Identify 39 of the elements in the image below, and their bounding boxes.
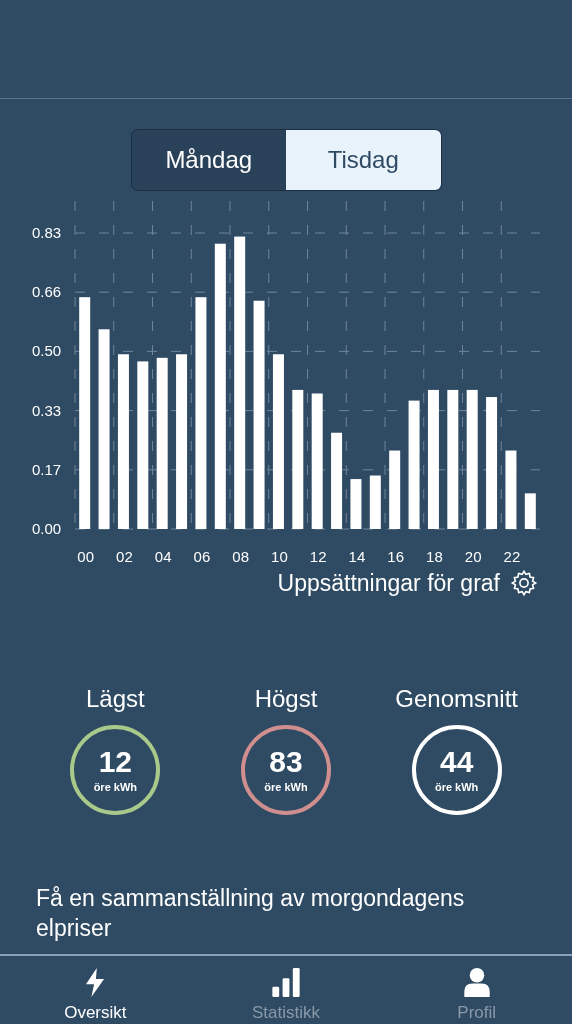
price-bar: [524, 493, 536, 529]
stat-value: 12: [98, 747, 132, 777]
axis-label: 12: [309, 548, 327, 565]
axis-label: 18: [426, 548, 443, 565]
chart-settings-link[interactable]: Uppsättningar för graf: [277, 569, 500, 597]
axis-label: 0.33: [32, 401, 62, 419]
axis-label: 10: [271, 548, 288, 565]
axis-label: 08: [232, 548, 250, 565]
lightning-icon: [85, 968, 106, 997]
settings-icon[interactable]: [510, 569, 538, 597]
axis-label: 20: [464, 548, 482, 565]
axis-label: 22: [503, 548, 521, 565]
nav-tab[interactable]: Oversikt: [0, 956, 191, 1024]
stat-value: 44: [439, 747, 474, 777]
axis-label: 0.17: [32, 460, 62, 478]
axis-label: 14: [348, 548, 366, 565]
summary-text: Få en sammanställning av morgondagens elpriser: [36, 884, 466, 943]
axis-label: 06: [193, 548, 211, 565]
price-bar: [369, 475, 381, 529]
day-tab[interactable]: Tisdag: [286, 130, 441, 190]
stat-unit: öre kWh: [264, 781, 308, 793]
axis-label: 02: [116, 548, 133, 565]
axis-label: 04: [154, 548, 172, 565]
axis-label: 0.83: [32, 224, 62, 241]
axis-label: 0.50: [32, 342, 62, 360]
axis-label: 0.00: [32, 520, 62, 537]
stat-unit: öre kWh: [434, 781, 479, 793]
stat-title: Högst: [254, 685, 318, 713]
person-icon: [462, 968, 491, 997]
day-tab[interactable]: Måndag: [131, 130, 286, 190]
stat-title: Genomsnitt: [395, 685, 518, 713]
price-bar: [350, 479, 362, 529]
axis-label: 16: [387, 548, 405, 565]
stat-unit: öre kWh: [93, 781, 138, 793]
stat-value: 83: [269, 747, 303, 777]
axis-label: 0.66: [32, 283, 62, 301]
axis-label: 00: [77, 548, 95, 565]
bar-chart-icon: [270, 968, 302, 997]
stat-title: Lägst: [85, 685, 145, 713]
